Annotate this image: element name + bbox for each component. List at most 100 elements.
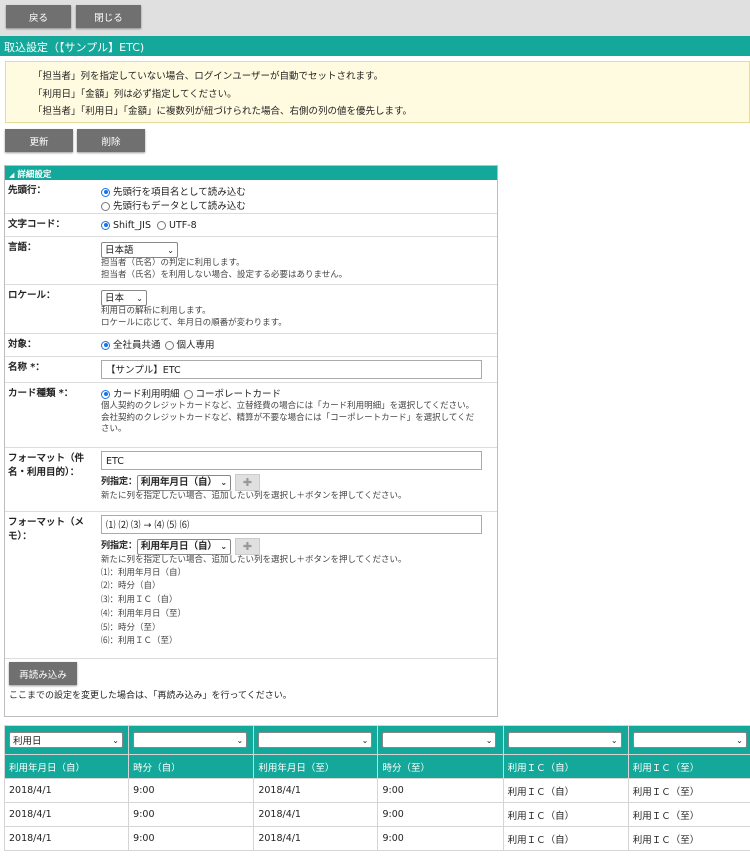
format-memo-legend: ⑸：時分（至） xyxy=(101,622,161,633)
radio-checked-icon[interactable] xyxy=(101,340,110,350)
option-label: 個人専用 xyxy=(176,339,215,351)
column-header: 利用ＩＣ（自） xyxy=(502,754,629,779)
radio-unchecked-icon[interactable] xyxy=(101,201,110,211)
column-mapping-select[interactable]: 利用日 ⌄ xyxy=(9,732,123,748)
card-type-option-corporate[interactable]: コーポレートカード xyxy=(183,387,282,401)
chevron-down-icon: ⌄ xyxy=(112,735,119,745)
radio-unchecked-icon[interactable] xyxy=(156,220,166,230)
format-name-column-select[interactable]: 利用年月日（自） ⌄ xyxy=(137,474,232,491)
close-button[interactable]: 閉じる xyxy=(76,5,141,28)
select-value: 利用年月日（自） xyxy=(141,541,218,552)
locale-hint: 利用日の解析に利用します。 xyxy=(101,306,211,316)
page-title: 取込設定（【サンプル】ETC) xyxy=(0,36,750,56)
column-label: 列指定： xyxy=(101,541,138,551)
format-memo-column-select[interactable]: 利用年月日（自） ⌄ xyxy=(137,538,232,555)
add-column-button[interactable]: ✚ xyxy=(235,538,261,555)
option-label: コーポレートカード xyxy=(195,388,282,400)
select-value: 日本 xyxy=(105,292,125,304)
option-label: 先頭行もデータとして読み込む xyxy=(113,200,246,212)
notice-line: 「担当者」「利用日」「金額」に複数列が紐づけられた場合、右側の列の値を優先します… xyxy=(33,106,413,117)
table-cell: 利用ＩＣ（自） xyxy=(502,802,629,827)
locale-select[interactable]: 日本 ⌄ xyxy=(101,290,147,306)
header-row-option-1[interactable]: 先頭行を項目名として読み込む xyxy=(101,185,497,199)
reload-button[interactable]: 再読み込み xyxy=(9,662,77,685)
column-mapping-select[interactable]: ⌄ xyxy=(632,732,747,748)
notice-box: 「担当者」列を指定していない場合、ログインユーザーが自動でセットされます。 「利… xyxy=(5,61,750,123)
format-memo-setting: フォーマット（メモ）： ⑴ ⑵ ⑶ → ⑷ ⑸ ⑹ 列指定： 利用年月日（自） … xyxy=(5,512,497,659)
language-hint: 担当者（氏名）の判定に利用します。 xyxy=(101,258,245,268)
format-name-hint: 新たに列を指定したい場合、追加したい列を選択し＋ボタンを押してください。 xyxy=(101,491,407,501)
details-panel: ◢ 詳細設定 先頭行： 先頭行を項目名として読み込む 先頭行もデータとして読み込… xyxy=(4,165,498,717)
chevron-down-icon: ⌄ xyxy=(736,735,743,745)
language-select[interactable]: 日本語 ⌄ xyxy=(101,242,178,258)
table-cell: 2018/4/1 xyxy=(253,778,379,803)
select-value: 利用日 xyxy=(13,736,42,747)
table-row: 2018/4/1 9:00 2018/4/1 9:00 利用ＩＣ（自） 利用ＩＣ… xyxy=(4,826,750,851)
column-mapping-select[interactable]: ⌄ xyxy=(507,732,622,748)
back-button[interactable]: 戻る xyxy=(6,5,71,28)
table-cell: 2018/4/1 xyxy=(4,802,130,827)
target-option-personal[interactable]: 個人専用 xyxy=(164,338,215,352)
details-header[interactable]: ◢ 詳細設定 xyxy=(5,166,497,180)
table-cell: 利用ＩＣ（至） xyxy=(627,778,750,803)
card-type-hint: 会社契約のクレジットカードなど、精算が不要な場合には「コーポレートカード」を選択… xyxy=(101,412,475,435)
option-label: 全社員共通 xyxy=(113,339,161,351)
details-header-label: 詳細設定 xyxy=(17,170,52,180)
format-name-label: フォーマット（件名・利用目的）： xyxy=(8,453,85,478)
table-row: 2018/4/1 9:00 2018/4/1 9:00 利用ＩＣ（自） 利用ＩＣ… xyxy=(4,778,750,803)
language-hint: 担当者（氏名）を利用しない場合、設定する必要はありません。 xyxy=(101,269,348,280)
column-mapping-select[interactable]: ⌄ xyxy=(382,732,497,748)
table-cell: 9:00 xyxy=(128,826,255,851)
name-input[interactable]: 【サンプル】ETC xyxy=(101,360,482,379)
card-type-label: カード種類 *： xyxy=(8,388,74,399)
radio-checked-icon[interactable] xyxy=(101,220,110,230)
format-name-input[interactable]: ETC xyxy=(101,451,482,470)
charset-option-shiftjis[interactable]: Shift_JIS xyxy=(101,218,151,232)
format-memo-legend: ⑴：利用年月日（自） xyxy=(101,567,187,578)
format-memo-legend: ⑶：利用ＩＣ（自） xyxy=(101,595,178,606)
charset-label: 文字コード： xyxy=(8,219,66,230)
notice-line: 「担当者」列を指定していない場合、ログインユーザーが自動でセットされます。 xyxy=(33,71,384,82)
table-cell: 利用ＩＣ（至） xyxy=(627,802,750,827)
add-column-button[interactable]: ✚ xyxy=(235,474,261,491)
locale-hint: ロケールに応じて、年月日の順番が変わります。 xyxy=(101,317,287,328)
column-mapping-select[interactable]: ⌄ xyxy=(133,732,248,748)
radio-unchecked-icon[interactable] xyxy=(164,340,174,350)
format-memo-legend: ⑹：利用ＩＣ（至） xyxy=(101,636,178,647)
option-label: UTF-8 xyxy=(168,219,197,231)
radio-checked-icon[interactable] xyxy=(101,389,110,399)
table-cell: 9:00 xyxy=(377,778,504,803)
chevron-down-icon: ⌄ xyxy=(236,735,244,745)
option-label: Shift_JIS xyxy=(113,219,151,231)
update-button[interactable]: 更新 xyxy=(5,129,73,152)
charset-option-utf8[interactable]: UTF-8 xyxy=(156,218,197,232)
toolbar: 戻る 閉じる xyxy=(0,0,750,36)
target-option-all[interactable]: 全社員共通 xyxy=(101,338,161,352)
table-cell: 9:00 xyxy=(128,802,255,827)
card-type-option-statement[interactable]: カード利用明細 xyxy=(101,387,180,401)
table-cell: 2018/4/1 xyxy=(253,826,379,851)
target-setting: 対象： 全社員共通 個人専用 xyxy=(5,334,497,357)
chevron-down-icon: ⌄ xyxy=(167,245,174,255)
locale-setting: ロケール： 日本 ⌄ 利用日の解析に利用します。 ロケールに応じて、年月日の順番… xyxy=(5,285,497,334)
option-label: 先頭行を項目名として読み込む xyxy=(113,186,246,198)
select-value: 日本語 xyxy=(105,244,134,256)
table-cell: 9:00 xyxy=(377,802,504,827)
radio-unchecked-icon[interactable] xyxy=(183,389,193,399)
triangle-down-icon: ◢ xyxy=(9,171,15,179)
delete-button[interactable]: 削除 xyxy=(77,129,145,152)
name-label: 名称 *： xyxy=(8,362,45,373)
format-memo-input[interactable]: ⑴ ⑵ ⑶ → ⑷ ⑸ ⑹ xyxy=(101,515,482,534)
column-mapping-select[interactable]: ⌄ xyxy=(258,732,373,748)
table-cell: 9:00 xyxy=(128,778,255,803)
chevron-down-icon: ⌄ xyxy=(361,735,369,745)
chevron-down-icon: ⌄ xyxy=(610,735,618,745)
column-header: 時分（至） xyxy=(377,754,504,779)
table-cell: 利用ＩＣ（至） xyxy=(627,826,750,851)
table-cell: 利用ＩＣ（自） xyxy=(502,826,629,851)
header-row-option-2[interactable]: 先頭行もデータとして読み込む xyxy=(101,199,497,213)
select-value: 利用年月日（自） xyxy=(141,477,218,488)
chevron-down-icon: ⌄ xyxy=(136,293,143,303)
header-row-setting: 先頭行： 先頭行を項目名として読み込む 先頭行もデータとして読み込む xyxy=(5,180,497,214)
radio-checked-icon[interactable] xyxy=(101,187,110,197)
